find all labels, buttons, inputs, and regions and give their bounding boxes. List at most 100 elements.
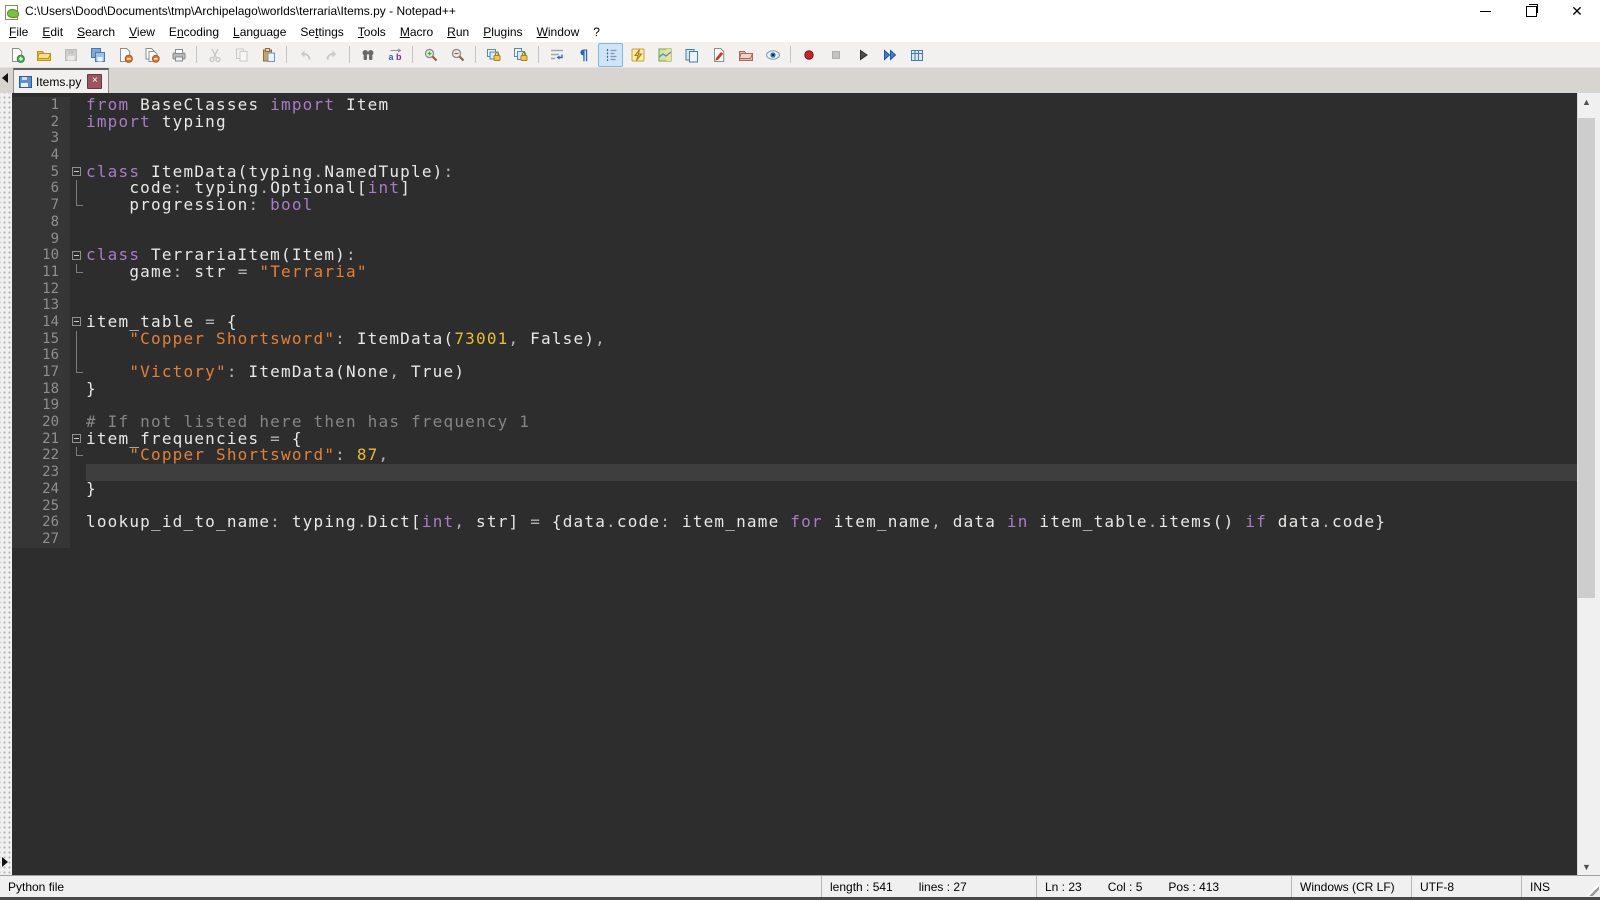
line-number: 27 bbox=[12, 531, 70, 548]
menu-view[interactable]: View bbox=[122, 23, 162, 41]
menu-?[interactable]: ? bbox=[586, 23, 607, 41]
code-text[interactable]: from BaseClasses import Item bbox=[86, 97, 1577, 114]
code-line-2[interactable]: 2import typing bbox=[12, 114, 1577, 131]
fold-collapse-icon[interactable] bbox=[72, 434, 81, 443]
code-line-23[interactable]: 23 bbox=[12, 464, 1577, 481]
show-all-characters-button[interactable]: ¶ bbox=[571, 43, 596, 67]
fold-collapse-icon[interactable] bbox=[72, 251, 81, 260]
menu-language[interactable]: Language bbox=[226, 23, 293, 41]
document-map-button[interactable] bbox=[652, 43, 677, 67]
close-file-button[interactable] bbox=[112, 43, 137, 67]
status-eol-format[interactable]: Windows (CR LF) bbox=[1292, 876, 1412, 897]
menu-edit[interactable]: Edit bbox=[35, 23, 70, 41]
code-line-1[interactable]: 1from BaseClasses import Item bbox=[12, 97, 1577, 114]
code-line-18[interactable]: 18} bbox=[12, 381, 1577, 398]
code-text[interactable]: # If not listed here then has frequency … bbox=[86, 414, 1577, 431]
playback-macro-button[interactable] bbox=[850, 43, 875, 67]
tab-close-icon[interactable]: × bbox=[87, 74, 102, 89]
fold-margin[interactable] bbox=[70, 247, 86, 264]
code-text[interactable]: } bbox=[86, 481, 1577, 498]
code-line-15[interactable]: 15 "Copper Shortsword": ItemData(73001, … bbox=[12, 331, 1577, 348]
record-macro-button[interactable] bbox=[796, 43, 821, 67]
word-wrap-button[interactable] bbox=[544, 43, 569, 67]
scrollbar-thumb[interactable] bbox=[1578, 118, 1595, 598]
sync-horizontal-scrolling-button[interactable] bbox=[508, 43, 533, 67]
mark-style-button[interactable] bbox=[706, 43, 731, 67]
code-line-27[interactable]: 27 bbox=[12, 531, 1577, 548]
code-line-3[interactable]: 3 bbox=[12, 130, 1577, 147]
editor[interactable]: 1from BaseClasses import Item2import typ… bbox=[12, 93, 1577, 875]
save-all-button[interactable] bbox=[85, 43, 110, 67]
code-text[interactable]: "Copper Shortsword": 87, bbox=[86, 447, 1577, 464]
code-text[interactable] bbox=[86, 297, 1577, 314]
status-encoding[interactable]: UTF-8 bbox=[1412, 876, 1522, 897]
resize-grip[interactable] bbox=[1586, 883, 1599, 896]
find-button[interactable] bbox=[355, 43, 380, 67]
status-insert-mode[interactable]: INS bbox=[1522, 876, 1600, 897]
code-text[interactable]: "Victory": ItemData(None, True) bbox=[86, 364, 1577, 381]
minimize-button[interactable] bbox=[1462, 0, 1508, 22]
code-line-7[interactable]: 7 progression: bool bbox=[12, 197, 1577, 214]
code-text[interactable]: progression: bool bbox=[86, 197, 1577, 214]
tab-items-py[interactable]: Items.py× bbox=[13, 68, 109, 93]
menu-settings[interactable]: Settings bbox=[293, 23, 350, 41]
scrollbar-track[interactable] bbox=[1578, 110, 1595, 858]
fold-margin[interactable] bbox=[70, 431, 86, 448]
code-line-22[interactable]: 22 "Copper Shortsword": 87, bbox=[12, 447, 1577, 464]
zoom-out-button[interactable] bbox=[445, 43, 470, 67]
menu-run[interactable]: Run bbox=[440, 23, 476, 41]
menu-plugins[interactable]: Plugins bbox=[476, 23, 529, 41]
monitoring-button[interactable] bbox=[760, 43, 785, 67]
code-line-11[interactable]: 11 game: str = "Terraria" bbox=[12, 264, 1577, 281]
code-line-13[interactable]: 13 bbox=[12, 297, 1577, 314]
fold-collapse-icon[interactable] bbox=[72, 167, 81, 176]
code-text[interactable] bbox=[86, 130, 1577, 147]
code-text[interactable] bbox=[86, 214, 1577, 231]
arrow-left-icon[interactable] bbox=[2, 73, 8, 83]
code-line-26[interactable]: 26lookup_id_to_name: typing.Dict[int, st… bbox=[12, 514, 1577, 531]
scroll-up-arrow-icon[interactable]: ▲ bbox=[1578, 93, 1595, 110]
menu-window[interactable]: Window bbox=[530, 23, 587, 41]
menu-file[interactable]: File bbox=[2, 23, 35, 41]
arrow-right-icon[interactable] bbox=[2, 857, 8, 867]
folder-as-workspace-button[interactable] bbox=[733, 43, 758, 67]
show-indent-guide-button[interactable] bbox=[598, 43, 623, 67]
run-macro-multiple-times-button[interactable] bbox=[877, 43, 902, 67]
code-text[interactable] bbox=[86, 464, 1577, 481]
restore-button[interactable] bbox=[1508, 0, 1554, 22]
save-recorded-macro-button[interactable] bbox=[904, 43, 929, 67]
scroll-down-arrow-icon[interactable]: ▼ bbox=[1578, 858, 1595, 875]
open-file-button[interactable] bbox=[31, 43, 56, 67]
code-text[interactable]: import typing bbox=[86, 114, 1577, 131]
function-list-button[interactable] bbox=[679, 43, 704, 67]
code-text[interactable] bbox=[86, 531, 1577, 548]
close-button[interactable]: ✕ bbox=[1554, 0, 1600, 22]
code-text[interactable]: } bbox=[86, 381, 1577, 398]
paste-button[interactable] bbox=[256, 43, 281, 67]
fold-margin[interactable] bbox=[70, 164, 86, 181]
fold-margin[interactable] bbox=[70, 314, 86, 331]
code-line-24[interactable]: 24} bbox=[12, 481, 1577, 498]
fold-margin bbox=[70, 197, 86, 214]
fold-collapse-icon[interactable] bbox=[72, 317, 81, 326]
menu-encoding[interactable]: Encoding bbox=[162, 23, 226, 41]
code-line-12[interactable]: 12 bbox=[12, 281, 1577, 298]
menu-search[interactable]: Search bbox=[70, 23, 122, 41]
code-line-8[interactable]: 8 bbox=[12, 214, 1577, 231]
user-defined-language-button[interactable] bbox=[625, 43, 650, 67]
print-button[interactable] bbox=[166, 43, 191, 67]
code-text[interactable]: "Copper Shortsword": ItemData(73001, Fal… bbox=[86, 331, 1577, 348]
menu-macro[interactable]: Macro bbox=[393, 23, 440, 41]
menu-tools[interactable]: Tools bbox=[351, 23, 393, 41]
sync-vertical-scrolling-button[interactable] bbox=[481, 43, 506, 67]
code-text[interactable]: game: str = "Terraria" bbox=[86, 264, 1577, 281]
close-all-button[interactable] bbox=[139, 43, 164, 67]
code-text[interactable] bbox=[86, 281, 1577, 298]
code-text[interactable]: lookup_id_to_name: typing.Dict[int, str]… bbox=[86, 514, 1577, 531]
zoom-in-button[interactable] bbox=[418, 43, 443, 67]
replace-button[interactable]: ab bbox=[382, 43, 407, 67]
new-file-button[interactable] bbox=[4, 43, 29, 67]
dock-grip-strip[interactable] bbox=[0, 93, 12, 875]
code-line-17[interactable]: 17 "Victory": ItemData(None, True) bbox=[12, 364, 1577, 381]
vertical-scrollbar[interactable]: ▲ ▼ bbox=[1577, 93, 1595, 875]
